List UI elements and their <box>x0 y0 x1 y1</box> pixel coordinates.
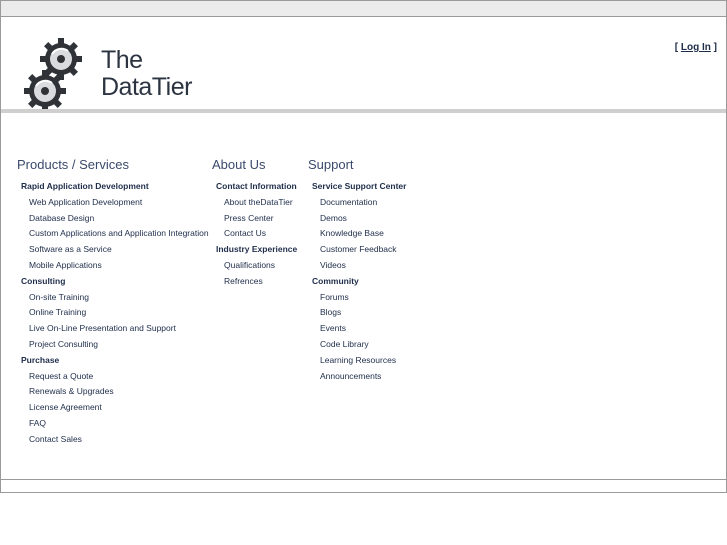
nav-link[interactable]: Videos <box>308 258 406 274</box>
nav-link[interactable]: Forums <box>308 290 406 306</box>
nav-link[interactable]: Custom Applications and Application Inte… <box>17 226 209 242</box>
brand-line-1: The <box>101 46 143 74</box>
top-bar <box>1 1 726 17</box>
nav-link[interactable]: Announcements <box>308 369 406 385</box>
gears-icon <box>23 37 83 113</box>
login-bracket-open: [ <box>674 42 679 53</box>
nav-link[interactable]: Web Application Development <box>17 195 209 211</box>
nav-link[interactable]: Contact Sales <box>17 432 209 448</box>
nav-link[interactable]: Renewals & Upgrades <box>17 384 209 400</box>
nav-link[interactable]: FAQ <box>17 416 209 432</box>
nav-link[interactable]: Database Design <box>17 211 209 227</box>
nav-link[interactable]: License Agreement <box>17 400 209 416</box>
about-us-column: About Us Contact Information About theDa… <box>212 157 297 290</box>
login-link[interactable]: Log In <box>681 42 711 53</box>
nav-link[interactable]: Request a Quote <box>17 369 209 385</box>
nav-link[interactable]: Software as a Service <box>17 242 209 258</box>
nav-link[interactable]: Press Center <box>212 211 297 227</box>
nav-link[interactable]: Documentation <box>308 195 406 211</box>
nav-link[interactable]: Demos <box>308 211 406 227</box>
group-heading[interactable]: Rapid Application Development <box>17 179 209 195</box>
nav-link[interactable]: Customer Feedback <box>308 242 406 258</box>
group-heading[interactable]: Contact Information <box>212 179 297 195</box>
nav-link[interactable]: Contact Us <box>212 226 297 242</box>
header-divider <box>1 109 726 113</box>
column-title: Products / Services <box>17 157 129 172</box>
header: The DataTier [ Log In ] <box>1 17 726 113</box>
nav-link[interactable]: Events <box>308 321 406 337</box>
nav-link[interactable]: Qualifications <box>212 258 297 274</box>
brand-name: The DataTier <box>101 47 192 101</box>
nav-link[interactable]: Knowledge Base <box>308 226 406 242</box>
nav-link[interactable]: Code Library <box>308 337 406 353</box>
login-bracket-close: ] <box>713 42 717 53</box>
products-services-column: Products / Services Rapid Application De… <box>17 157 209 448</box>
nav-link[interactable]: On-site Training <box>17 290 209 306</box>
brand-line-2: DataTier <box>101 73 192 101</box>
column-title: About Us <box>212 157 266 172</box>
group-heading[interactable]: Industry Experience <box>212 242 297 258</box>
footer-divider <box>1 479 726 480</box>
nav-link[interactable]: Live On-Line Presentation and Support <box>17 321 209 337</box>
nav-link[interactable]: Online Training <box>17 305 209 321</box>
site-logo[interactable]: The DataTier <box>21 33 192 115</box>
nav-link[interactable]: Mobile Applications <box>17 258 209 274</box>
nav-link[interactable]: Project Consulting <box>17 337 209 353</box>
group-heading[interactable]: Consulting <box>17 274 209 290</box>
nav-link[interactable]: About theDataTier <box>212 195 297 211</box>
nav-link[interactable]: Blogs <box>308 305 406 321</box>
support-column: Support Service Support Center Documenta… <box>308 157 406 384</box>
nav-link[interactable]: Learning Resources <box>308 353 406 369</box>
group-heading[interactable]: Community <box>308 274 406 290</box>
group-heading[interactable]: Purchase <box>17 353 209 369</box>
column-title: Support <box>308 157 354 172</box>
nav-link[interactable]: Refrences <box>212 274 297 290</box>
login-area: [ Log In ] <box>675 42 717 53</box>
page-frame: The DataTier [ Log In ] Products / Servi… <box>0 0 727 493</box>
group-heading[interactable]: Service Support Center <box>308 179 406 195</box>
